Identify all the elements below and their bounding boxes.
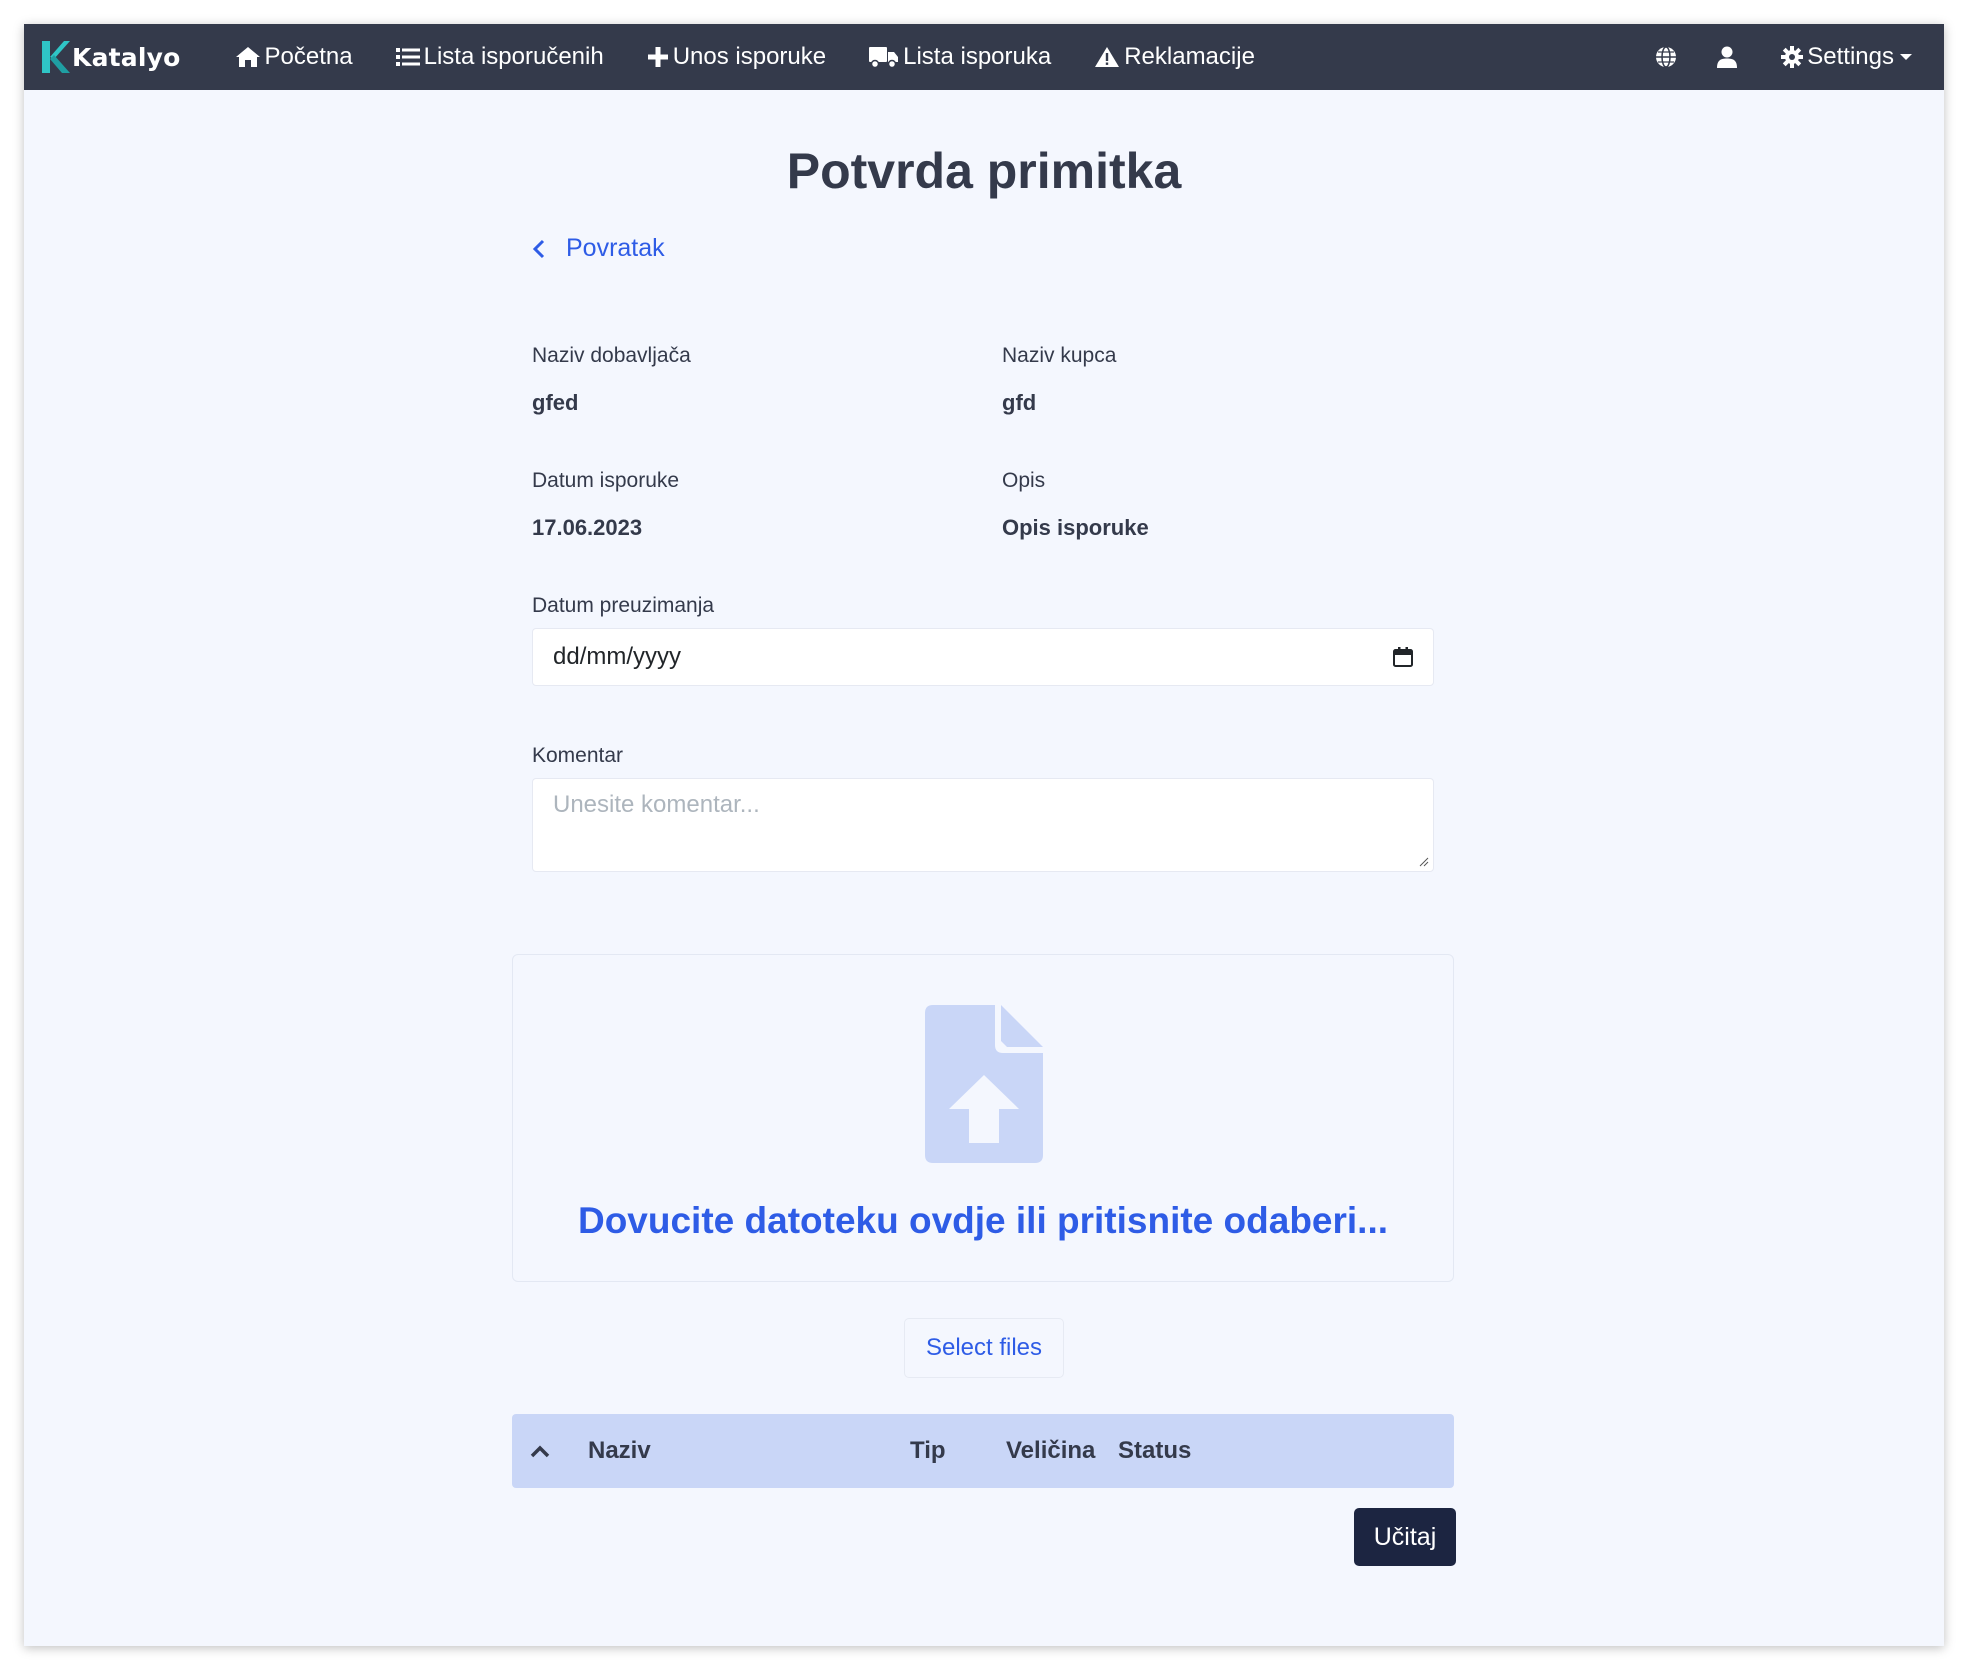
settings-dropdown[interactable]: Settings (1781, 43, 1912, 71)
nav-menu: Početna Lista isporučenih Unos isporuke (235, 43, 1298, 71)
chevron-up-icon (530, 1445, 550, 1458)
app-window: Katalyo Početna Lista isporučenih Unos i… (24, 24, 1944, 1646)
nav-item-label: Reklamacije (1124, 43, 1255, 70)
back-link-label: Povratak (566, 234, 665, 262)
top-navbar: Katalyo Početna Lista isporučenih Unos i… (24, 24, 1944, 90)
home-icon (235, 47, 260, 67)
resize-grip-icon[interactable] (1419, 857, 1429, 867)
supplier-value: gfed (532, 390, 579, 415)
nav-item-label: Lista isporuka (903, 43, 1052, 70)
nav-item-unos-isporuke[interactable]: Unos isporuke (647, 43, 826, 71)
customer-label: Naziv kupca (1002, 344, 1117, 367)
collapse-toggle[interactable] (530, 1414, 550, 1488)
files-table-header: Naziv Tip Veličina Status (512, 1414, 1454, 1488)
delivery-date-label: Datum isporuke (532, 469, 680, 492)
gear-icon (1781, 46, 1804, 68)
plus-icon (647, 47, 668, 67)
caret-down-icon (1900, 54, 1912, 60)
chevron-left-icon (532, 239, 545, 258)
list-icon (395, 48, 420, 66)
comment-label: Komentar (532, 744, 624, 767)
globe-icon (1656, 46, 1677, 68)
page-title: Potvrda primitka (786, 143, 1182, 199)
pickup-date-input[interactable]: dd/mm/yyyy (532, 628, 1434, 686)
nav-item-label: Unos isporuke (672, 43, 827, 70)
nav-item-label: Lista isporučenih (423, 43, 604, 70)
column-header-size[interactable]: Veličina (1006, 1414, 1095, 1488)
description-value: Opis isporuke (1002, 515, 1149, 540)
comment-textarea[interactable]: Unesite komentar... (532, 778, 1434, 872)
language-button[interactable] (1655, 46, 1677, 68)
user-icon (1717, 46, 1738, 68)
nav-item-lista-isporuka[interactable]: Lista isporuka (869, 43, 1051, 71)
warning-icon (1095, 47, 1120, 67)
back-link[interactable]: Povratak (532, 234, 665, 263)
nav-item-pocetna[interactable]: Početna (235, 43, 353, 71)
brand[interactable]: Katalyo (40, 39, 181, 75)
description-label: Opis (1002, 469, 1046, 492)
column-header-name[interactable]: Naziv (588, 1414, 651, 1488)
file-upload-icon (925, 1005, 1043, 1163)
customer-value: gfd (1002, 390, 1037, 415)
comment-placeholder: Unesite komentar... (553, 791, 760, 818)
file-dropzone[interactable]: Dovucite datoteku ovdje ili pritisnite o… (512, 954, 1454, 1282)
dropzone-text: Dovucite datoteku ovdje ili pritisnite o… (577, 1200, 1389, 1241)
katalyo-logo-icon (42, 41, 70, 73)
brand-name: Katalyo (72, 42, 181, 72)
user-button[interactable] (1717, 46, 1738, 68)
navbar-right: Settings (1615, 24, 1912, 90)
column-header-type[interactable]: Tip (910, 1414, 946, 1488)
settings-label: Settings (1807, 43, 1894, 70)
date-placeholder: dd/mm/yyyy (553, 643, 682, 670)
select-files-button[interactable]: Select files (904, 1318, 1064, 1378)
supplier-label: Naziv dobavljača (532, 344, 691, 367)
column-header-status[interactable]: Status (1118, 1414, 1191, 1488)
truck-icon (869, 47, 899, 68)
nav-item-lista-isporucenih[interactable]: Lista isporučenih (395, 43, 604, 71)
nav-item-reklamacije[interactable]: Reklamacije (1094, 43, 1255, 71)
upload-button[interactable]: Učitaj (1354, 1508, 1456, 1566)
calendar-icon[interactable] (1393, 647, 1413, 667)
nav-item-label: Početna (264, 43, 353, 70)
delivery-date-value: 17.06.2023 (532, 515, 643, 540)
pickup-date-label: Datum preuzimanja (532, 594, 715, 617)
